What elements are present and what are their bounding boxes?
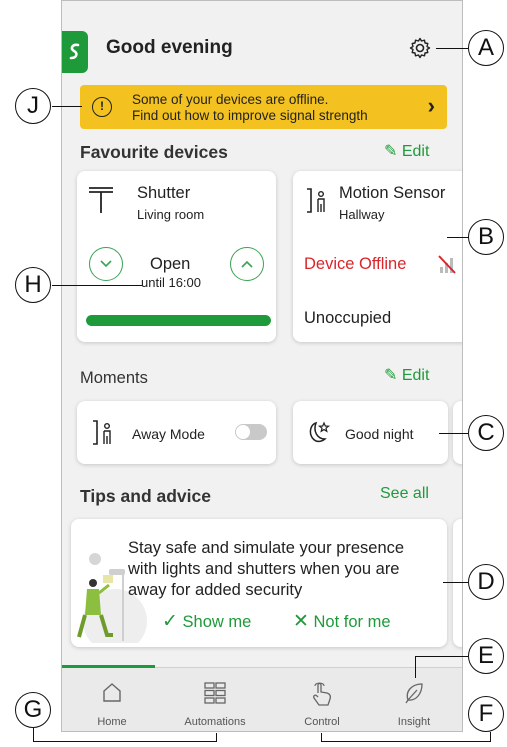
tip-card[interactable]: Stay safe and simulate your presence wit…: [71, 519, 447, 647]
close-icon: ✕: [293, 611, 309, 632]
home-icon: [103, 683, 121, 702]
away-mode-label: Away Mode: [132, 426, 205, 442]
bottom-navigation: Home Automations Control Insight: [62, 665, 462, 731]
motion-sensor-card[interactable]: Motion Sensor Hallway Device Offline Uno…: [293, 171, 462, 342]
pencil-icon: ✎: [384, 143, 398, 160]
shutter-state: Open: [150, 255, 191, 273]
nav-home[interactable]: Home: [62, 668, 162, 731]
nav-control-label: Control: [304, 716, 340, 728]
no-signal-icon: [438, 255, 456, 274]
pencil-icon: ✎: [384, 367, 398, 384]
edit-label: Edit: [401, 367, 430, 384]
shutter-name: Shutter: [137, 184, 191, 202]
moment-away-mode[interactable]: Away Mode: [77, 401, 276, 464]
tip-line-2: with lights and shutters when you are: [128, 560, 400, 578]
shutter-icon: [89, 187, 113, 213]
nav-home-label: Home: [97, 716, 127, 728]
moments-title: Moments: [80, 369, 148, 387]
callout-h: H: [15, 267, 51, 303]
motion-sensor-name: Motion Sensor: [339, 184, 446, 202]
banner-line-1: Some of your devices are offline.: [132, 92, 329, 107]
tip-line-3: away for added security: [128, 581, 303, 599]
warning-icon: !: [92, 97, 112, 117]
leaf-icon: [405, 683, 423, 704]
callout-e-leader-v: [415, 656, 417, 678]
greeting-title: Good evening: [106, 37, 233, 58]
nav-insight-label: Insight: [397, 716, 431, 728]
callout-a: A: [468, 30, 504, 66]
see-all-link[interactable]: See all: [380, 485, 429, 503]
device-offline-status: Device Offline: [304, 255, 407, 273]
shutter-card[interactable]: Shutter Living room Open until 16:00: [77, 171, 276, 342]
chevron-up-icon: [241, 260, 253, 268]
show-me-label: Show me: [182, 613, 252, 631]
nav-insight[interactable]: Insight: [364, 668, 462, 731]
callout-f-leader-h: [321, 741, 491, 743]
shutter-position-fill: [86, 315, 271, 326]
nav-automations-label: Automations: [184, 716, 246, 728]
not-for-me-label: Not for me: [313, 613, 391, 631]
moment-good-night[interactable]: Good night: [293, 401, 448, 464]
shutter-room: Living room: [137, 207, 205, 222]
callout-g-leader-v2: [216, 733, 218, 742]
tips-title: Tips and advice: [80, 486, 211, 506]
motion-sensor-icon: [307, 188, 325, 213]
brand-logo: [62, 31, 88, 73]
shutter-up-button[interactable]: [230, 247, 264, 281]
not-for-me-button[interactable]: ✕ Not for me: [293, 610, 391, 633]
callout-h-leader: [52, 285, 142, 287]
hand-tap-icon: [313, 682, 332, 706]
away-mode-toggle[interactable]: [235, 424, 267, 440]
callout-j: J: [15, 88, 51, 124]
callout-b-leader: [447, 237, 469, 239]
banner-line-2: Find out how to improve signal strength: [132, 108, 368, 123]
edit-label: Edit: [401, 143, 430, 160]
nav-automations[interactable]: Automations: [165, 668, 265, 731]
callout-c: C: [468, 415, 504, 451]
callout-e: E: [468, 638, 504, 674]
callout-f-leader-v2: [490, 732, 492, 742]
good-night-label: Good night: [345, 426, 414, 442]
automations-grid-icon: [204, 682, 226, 704]
nav-control[interactable]: Control: [272, 668, 372, 731]
callout-g: G: [15, 692, 51, 728]
favourites-title: Favourite devices: [80, 142, 228, 162]
tip-line-1: Stay safe and simulate your presence: [128, 539, 405, 557]
moon-star-icon: [309, 421, 331, 443]
occupancy-state: Unoccupied: [304, 309, 392, 327]
chevron-right-icon: ›: [427, 93, 435, 118]
away-mode-icon: [93, 420, 111, 445]
callout-b: B: [468, 219, 504, 255]
moments-edit-button[interactable]: ✎ Edit: [384, 365, 429, 385]
callout-d: D: [468, 564, 504, 600]
toggle-knob: [236, 425, 250, 439]
motion-sensor-room: Hallway: [339, 207, 385, 222]
callout-d-leader: [443, 582, 468, 584]
callout-f: F: [468, 696, 504, 732]
show-me-button[interactable]: ✓ Show me: [162, 610, 251, 633]
offline-warning-banner[interactable]: ! Some of your devices are offline. Find…: [80, 85, 447, 129]
callout-e-leader-h: [415, 656, 468, 658]
callout-a-leader: [436, 48, 468, 50]
callout-g-leader-v1: [33, 728, 35, 742]
shutter-position-bar: [86, 315, 271, 326]
callout-g-leader-h: [33, 741, 217, 743]
chevron-down-icon: [100, 260, 112, 268]
settings-gear-icon[interactable]: [408, 36, 432, 60]
favourites-edit-button[interactable]: ✎ Edit: [384, 141, 429, 161]
app-screen: Good evening ! Some of your devices are …: [61, 0, 463, 732]
callout-j-leader: [52, 106, 82, 108]
shutter-until: until 16:00: [141, 275, 201, 290]
check-icon: ✓: [162, 611, 178, 632]
callout-c-leader: [439, 433, 468, 435]
callout-f-leader-v1: [321, 733, 323, 742]
shutter-down-button[interactable]: [89, 247, 123, 281]
